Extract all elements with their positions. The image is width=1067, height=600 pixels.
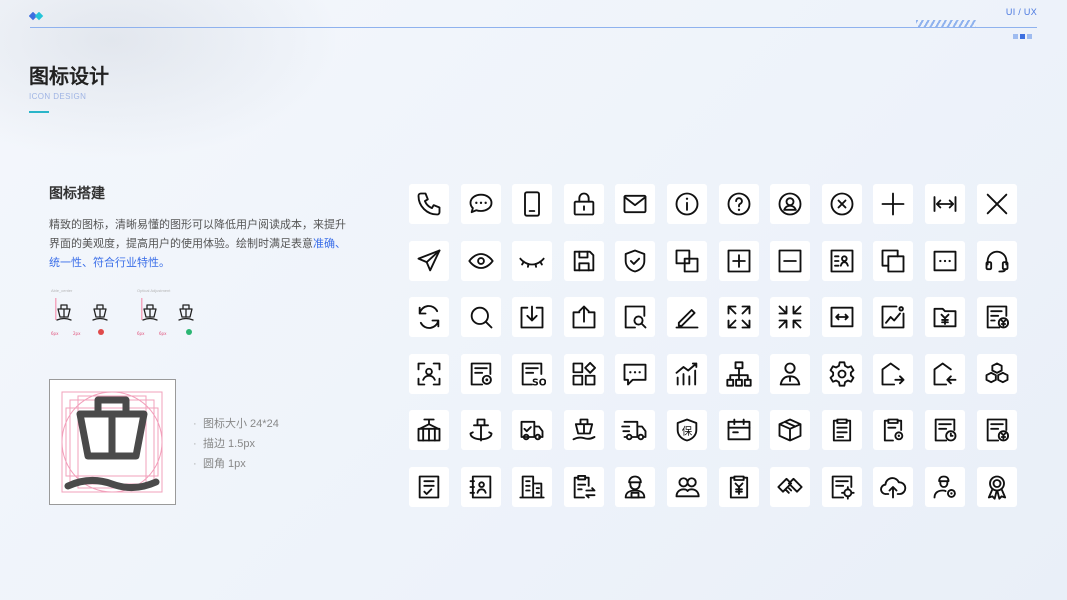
ship-construction-icon (61, 391, 163, 493)
org-chart-icon[interactable] (718, 353, 759, 394)
title-underline (29, 111, 49, 113)
user-tie-icon[interactable] (770, 353, 811, 394)
px-label-1: 6px (51, 331, 59, 336)
download-icon[interactable] (512, 297, 553, 338)
building-icon[interactable] (512, 466, 553, 507)
clipboard-settings-icon[interactable] (873, 410, 914, 451)
px-label-4: 6px (159, 331, 167, 336)
header-tag: UI / UX (1005, 7, 1037, 17)
line-chart-icon[interactable] (873, 297, 914, 338)
eye-icon[interactable] (460, 240, 501, 281)
eye-closed-icon[interactable] (512, 240, 553, 281)
icon-grid: SO 保 (409, 184, 1017, 507)
plus-icon[interactable] (873, 184, 914, 224)
face-scan-icon[interactable] (409, 353, 449, 394)
spec-list: 图标大小 24*24 描边 1.5px 圆角 1px (193, 414, 279, 474)
help-icon[interactable] (718, 184, 759, 224)
spec-size: 图标大小 24*24 (193, 414, 279, 434)
driver-icon[interactable] (615, 466, 656, 507)
ship-icon[interactable] (563, 410, 604, 451)
doc-target-icon[interactable] (821, 466, 862, 507)
insurance-shield-icon[interactable]: 保 (666, 410, 707, 451)
brand-diamonds-icon (29, 12, 44, 21)
px-label-3: 6px (137, 331, 145, 336)
user-settings-icon[interactable] (924, 466, 965, 507)
headset-icon[interactable] (976, 240, 1017, 281)
bar-chart-icon[interactable] (666, 353, 707, 394)
description-text: 精致的图标，清晰易懂的图形可以降低用户阅读成本，来提升界面的美观度，提高用户的使… (49, 219, 346, 250)
page-subtitle: ICON DESIGN (29, 92, 87, 101)
collapse-icon[interactable] (770, 297, 811, 338)
doc-check-icon[interactable] (409, 466, 449, 507)
doc-clock-icon[interactable] (924, 410, 965, 451)
spec-radius: 圆角 1px (193, 454, 279, 474)
truck-check-icon[interactable] (512, 410, 553, 451)
width-icon[interactable] (924, 184, 965, 224)
invoice-yen-icon[interactable] (976, 297, 1017, 338)
doc-settings-icon[interactable] (460, 353, 501, 394)
boxes-icon[interactable] (976, 353, 1017, 394)
home-arrow-left-icon[interactable] (924, 353, 965, 394)
spec-stroke: 描边 1.5px (193, 434, 279, 454)
edit-icon[interactable] (666, 297, 707, 338)
svg-text:SO: SO (532, 377, 546, 387)
id-card-icon[interactable] (821, 240, 862, 281)
mail-icon[interactable] (615, 184, 656, 224)
box-icon[interactable] (770, 410, 811, 451)
more-square-icon[interactable] (924, 240, 965, 281)
header-stripes (916, 20, 976, 27)
lock-icon[interactable] (563, 184, 604, 224)
cloud-upload-icon[interactable] (873, 466, 914, 507)
search-icon[interactable] (460, 297, 501, 338)
mobile-icon[interactable] (512, 184, 553, 224)
minus-square-icon[interactable] (770, 240, 811, 281)
message-more-icon[interactable] (615, 353, 656, 394)
refresh-icon[interactable] (409, 297, 449, 338)
phone-icon[interactable] (409, 184, 449, 224)
doc-yen-icon[interactable] (976, 410, 1017, 451)
sample-ships-icon: 6px 2px 6px 6px (51, 298, 194, 336)
info-icon[interactable] (666, 184, 707, 224)
shield-check-icon[interactable] (615, 240, 656, 281)
award-icon[interactable] (976, 466, 1017, 507)
gear-icon[interactable] (821, 353, 862, 394)
ticket-icon[interactable] (718, 410, 759, 451)
team-icon[interactable] (666, 466, 707, 507)
chat-bubbles-icon[interactable] (460, 184, 501, 224)
arrows-horizontal-icon[interactable] (821, 297, 862, 338)
folder-yen-icon[interactable] (924, 297, 965, 338)
svg-text:保: 保 (682, 425, 693, 438)
home-arrow-right-icon[interactable] (873, 353, 914, 394)
header-line (30, 27, 1037, 28)
share-icon[interactable] (563, 297, 604, 338)
doc-search-icon[interactable] (615, 297, 656, 338)
clipboard-list-icon[interactable] (821, 410, 862, 451)
alignment-samples: Able_center Optical Adjustment 6px 2px 6… (49, 288, 209, 338)
close-icon[interactable] (976, 184, 1017, 224)
page-title: 图标设计 (29, 66, 109, 88)
icon-construction-demo (49, 379, 176, 505)
expand-icon[interactable] (718, 297, 759, 338)
contact-card-icon[interactable] (460, 466, 501, 507)
send-icon[interactable] (409, 240, 449, 281)
save-icon[interactable] (563, 240, 604, 281)
header-squares (1013, 26, 1034, 44)
delivery-truck-icon[interactable] (615, 410, 656, 451)
link-squares-icon[interactable] (666, 240, 707, 281)
plus-square-icon[interactable] (718, 240, 759, 281)
user-circle-icon[interactable] (770, 184, 811, 224)
handshake-icon[interactable] (770, 466, 811, 507)
doc-so-icon[interactable]: SO (512, 353, 553, 394)
doc-exchange-icon[interactable] (563, 466, 604, 507)
clipboard-yen-icon[interactable] (718, 466, 759, 507)
copy-icon[interactable] (873, 240, 914, 281)
close-circle-icon[interactable] (821, 184, 862, 224)
px-label-2: 2px (73, 331, 81, 336)
section-description: 精致的图标，清晰易懂的图形可以降低用户阅读成本，来提升界面的美观度，提高用户的使… (49, 216, 354, 273)
port-anchor-icon[interactable] (460, 410, 501, 451)
apps-icon[interactable] (563, 353, 604, 394)
section-title: 图标搭建 (49, 185, 105, 201)
container-crane-icon[interactable] (409, 410, 449, 451)
